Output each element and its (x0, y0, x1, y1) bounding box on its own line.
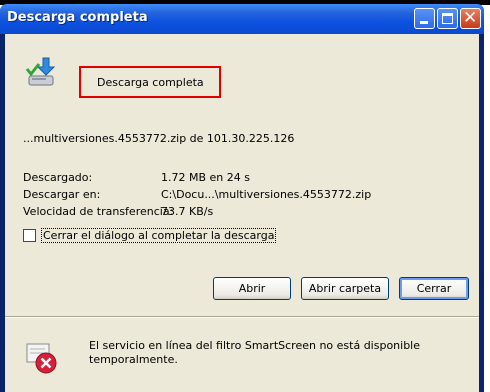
close-button[interactable]: Cerrar (399, 277, 469, 300)
download-dialog: Descarga completa ✕ Descarga completa ..… (0, 4, 484, 392)
open-folder-button[interactable]: Abrir carpeta (301, 277, 389, 300)
saved-to-label: Descargar en: (23, 188, 101, 201)
window-title: Descarga completa (7, 10, 148, 25)
separator (5, 316, 479, 318)
downloaded-value: 1.72 MB en 24 s (161, 171, 250, 184)
minimize-button[interactable] (414, 8, 435, 29)
error-icon (26, 343, 57, 374)
minimize-icon (420, 21, 428, 24)
close-on-complete-label[interactable]: Cerrar el diálogo al completar la descar… (41, 228, 277, 243)
download-complete-icon (25, 57, 56, 86)
saved-to-value: C:\Docu...\multiversiones.4553772.zip (161, 188, 372, 201)
close-on-complete-checkbox[interactable] (23, 229, 36, 242)
speed-label: Velocidad de transferencia: (23, 205, 174, 218)
title-bar[interactable]: Descarga completa ✕ (0, 4, 484, 34)
download-source: ...multiversiones.4553772.zip de 101.30.… (23, 132, 295, 145)
close-icon: ✕ (463, 8, 478, 28)
open-button[interactable]: Abrir (213, 277, 291, 300)
downloaded-label: Descargado: (23, 171, 93, 184)
close-window-button[interactable]: ✕ (460, 8, 481, 29)
smartscreen-message: El servicio en línea del filtro SmartScr… (89, 339, 421, 366)
headline-highlight: Descarga completa (79, 66, 221, 98)
maximize-button[interactable] (437, 8, 458, 29)
speed-value: 73.7 KB/s (161, 205, 214, 218)
maximize-icon (442, 13, 453, 24)
headline-text: Descarga completa (97, 76, 204, 89)
